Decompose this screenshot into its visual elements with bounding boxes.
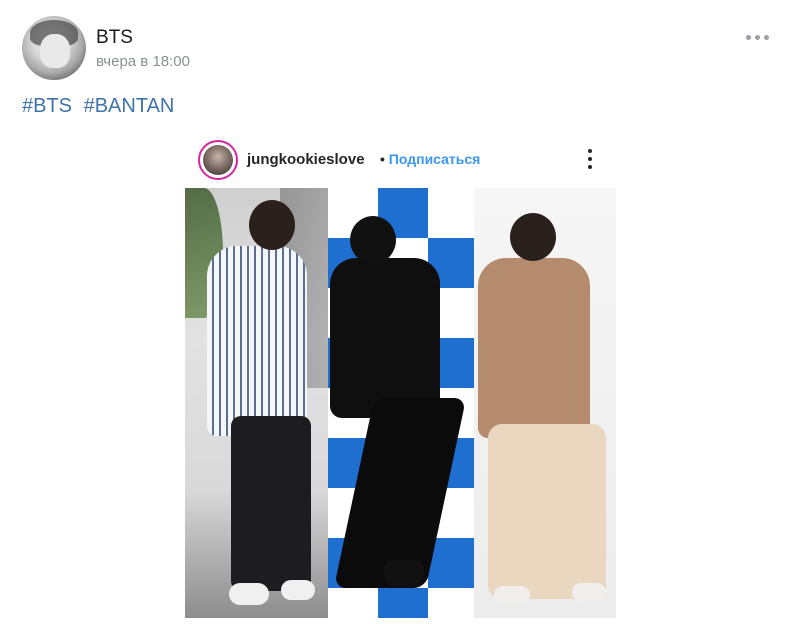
instagram-follow: • Подписаться bbox=[380, 151, 480, 167]
striped-shirt-figure bbox=[207, 246, 307, 436]
figure-head bbox=[510, 213, 556, 261]
author-avatar[interactable] bbox=[22, 16, 86, 80]
post-time[interactable]: вчера в 18:00 bbox=[96, 53, 190, 70]
brown-cardigan-figure bbox=[478, 258, 590, 438]
white-shoe bbox=[281, 580, 315, 600]
avatar-face bbox=[40, 34, 70, 68]
post-image[interactable]: jungkookieslove • Подписаться bbox=[185, 135, 616, 618]
photo-panel-3 bbox=[474, 188, 616, 618]
white-shoe bbox=[494, 586, 530, 604]
more-dots-icon[interactable] bbox=[746, 30, 772, 44]
photo-panels bbox=[185, 188, 616, 618]
author-name[interactable]: BTS bbox=[96, 27, 133, 49]
white-shoe bbox=[229, 583, 269, 605]
instagram-header: jungkookieslove • Подписаться bbox=[185, 135, 616, 187]
vertical-dots-icon bbox=[588, 149, 594, 169]
black-shoe bbox=[384, 560, 424, 586]
hashtag-bantan[interactable]: #BANTAN bbox=[84, 95, 175, 117]
post-header: BTS вчера в 18:00 bbox=[22, 16, 782, 82]
instagram-avatar bbox=[198, 140, 238, 180]
instagram-username: jungkookieslove bbox=[247, 151, 365, 168]
beige-pants-figure bbox=[488, 424, 606, 599]
photo-panel-1 bbox=[185, 188, 328, 618]
photo-panel-2 bbox=[328, 188, 474, 618]
black-suit-figure bbox=[330, 258, 440, 418]
hashtag-bts[interactable]: #BTS bbox=[22, 95, 72, 117]
white-shoe bbox=[572, 583, 606, 601]
figure-head bbox=[350, 216, 396, 264]
figure-head bbox=[249, 200, 295, 250]
instagram-separator: • bbox=[380, 151, 385, 167]
post-text: #BTS #BANTAN bbox=[22, 95, 180, 118]
black-pants-figure bbox=[231, 416, 311, 591]
instagram-follow-label: Подписаться bbox=[388, 151, 481, 167]
